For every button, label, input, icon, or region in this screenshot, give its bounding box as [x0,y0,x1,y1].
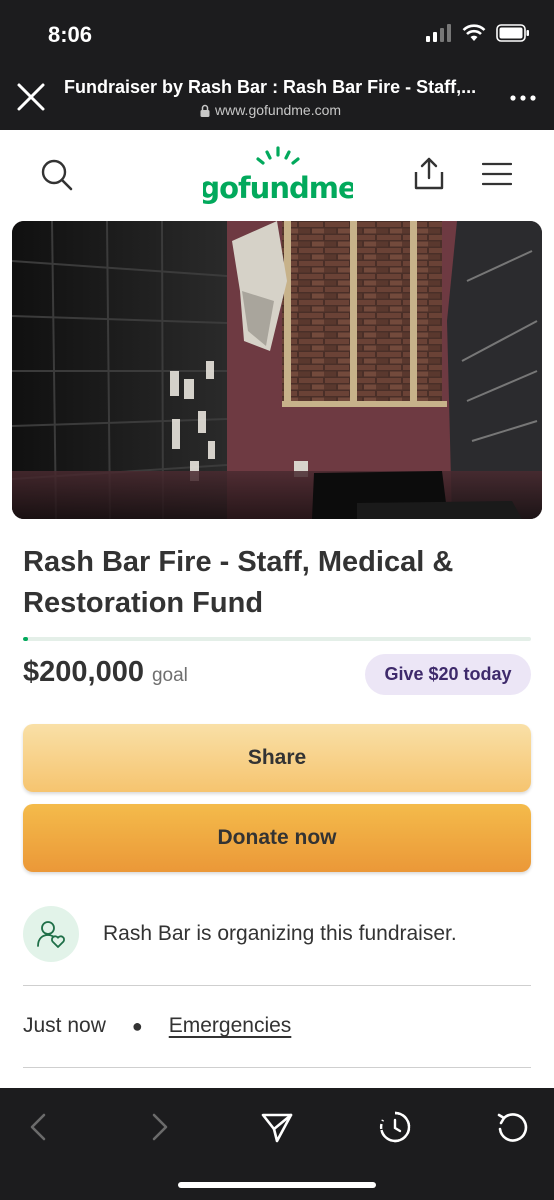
status-bar: 8:06 [0,0,554,64]
close-icon[interactable] [14,80,48,114]
chevron-left-icon[interactable] [22,1110,56,1144]
organizer: Rash Bar is organizing this fundraiser. [23,906,457,962]
gofundme-logo[interactable]: gofundme [203,144,353,206]
divider [23,985,531,986]
goal-label: goal [151,665,188,686]
status-time: 8:06 [48,22,93,47]
organizer-text: Rash Bar is organizing this fundraiser. [103,922,457,945]
site-header: gofundme [0,130,554,220]
status-icons [426,24,530,42]
url-text: www.gofundme.com [215,102,342,118]
divider [23,1067,531,1068]
goal: $200,000 goal [23,656,188,689]
search-icon[interactable] [40,158,74,192]
wifi-icon [462,24,486,41]
share-button[interactable]: Share [23,724,531,792]
chevron-right-icon[interactable] [142,1110,176,1144]
home-indicator [178,1182,376,1188]
give-today-button[interactable]: Give $20 today [365,654,531,695]
organizer-avatar [23,906,79,962]
logo-text: gofundme [203,171,353,205]
send-icon[interactable] [260,1110,294,1144]
campaign-photo [12,221,542,519]
share-icon[interactable] [412,156,446,192]
progress-fill [23,637,29,641]
goal-amount: $200,000 [23,656,144,688]
page-title: Fundraiser by Rash Bar : Rash Bar Fire -… [64,77,477,97]
more-icon[interactable] [510,90,536,106]
separator-dot: ● [131,1015,143,1036]
lock-icon [200,104,210,117]
signal-icon [426,24,451,42]
battery-icon [496,24,529,42]
clock-icon[interactable] [378,1110,412,1144]
posted-time: Just now [23,1014,106,1037]
page-url: www.gofundme.com [200,102,341,118]
browser-bar: Fundraiser by Rash Bar : Rash Bar Fire -… [0,64,554,130]
campaign-meta: Just now ● Emergencies [23,1014,291,1038]
reload-icon[interactable] [496,1110,530,1144]
donate-button[interactable]: Donate now [23,804,531,872]
menu-icon[interactable] [482,162,512,186]
campaign-title: Rash Bar Fire - Staff, Medical & Restora… [23,546,454,619]
browser-toolbar [0,1088,554,1200]
progress-bar [23,637,531,641]
category-link[interactable]: Emergencies [169,1014,292,1038]
user-heart-icon [37,921,65,948]
